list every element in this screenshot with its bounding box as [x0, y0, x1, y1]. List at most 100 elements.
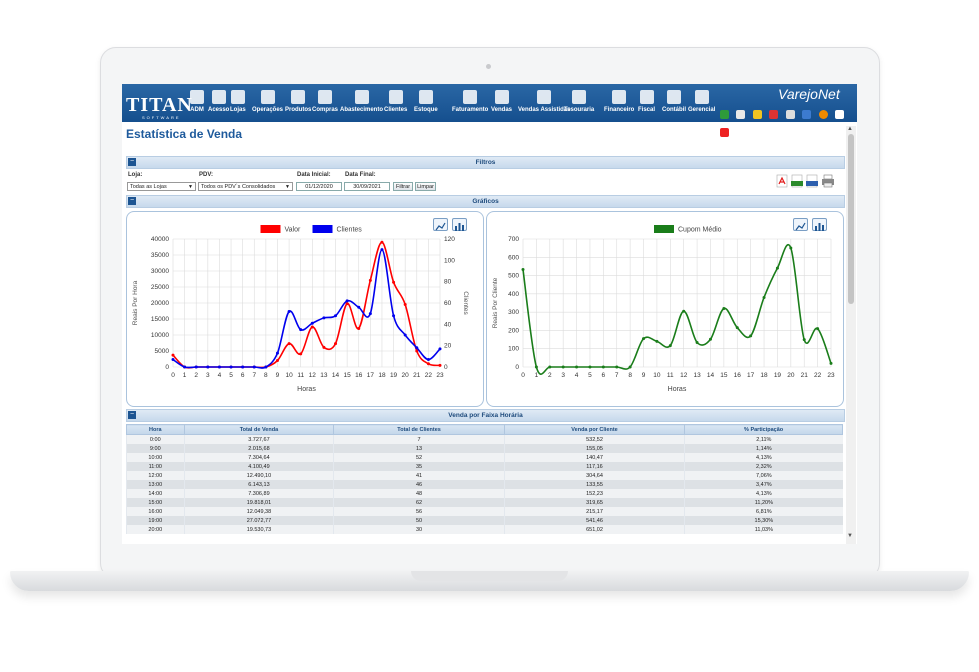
y2-axis-label: Clientes: [462, 291, 469, 315]
column-header[interactable]: Total de Clientes: [333, 424, 505, 435]
box-icon: [291, 90, 306, 104]
menu-item-vendas[interactable]: Vendas: [491, 88, 512, 120]
table-row[interactable]: 12:00 12.490,10 41 304,64 7,06%: [126, 471, 843, 480]
menu-item-produtos[interactable]: Produtos: [285, 88, 311, 120]
x-tick-label: 17: [367, 372, 375, 379]
titan-logo[interactable]: TITAN SOFTWARE: [126, 88, 192, 120]
home-icon[interactable]: [736, 110, 746, 119]
x-tick-label: 10: [653, 372, 661, 379]
data-final-input[interactable]: 30/09/2021: [344, 182, 390, 191]
key-icon[interactable]: [752, 110, 762, 119]
menu-item-opera-es[interactable]: Operações: [252, 88, 283, 120]
data-point: [426, 358, 430, 362]
table-row[interactable]: 13:00 6.143,13 46 133,55 3,47%: [126, 480, 843, 489]
doc-export-icon[interactable]: [805, 174, 819, 188]
scroll-thumb[interactable]: [848, 134, 854, 304]
limpar-button[interactable]: Limpar: [415, 182, 436, 191]
menu-item-faturamento[interactable]: Faturamento: [452, 88, 488, 120]
x-tick-label: 12: [309, 372, 317, 379]
menu-item-adm[interactable]: ADM: [190, 88, 204, 120]
data-point: [655, 339, 659, 343]
graficos-section-header[interactable]: Gráficos −: [126, 195, 845, 208]
table-cell: 3.727,67: [183, 434, 334, 444]
menu-item-compras[interactable]: Compras: [312, 88, 338, 120]
menu-item-cont-bil[interactable]: Contábil: [662, 88, 686, 120]
exit-icon[interactable]: [720, 128, 729, 137]
menu-item-estoque[interactable]: Estoque: [414, 88, 438, 120]
menu-item-fiscal[interactable]: Fiscal: [638, 88, 655, 120]
xls-export-icon[interactable]: [790, 174, 804, 188]
table-cell: 14:00: [126, 489, 185, 498]
table-cell: 41: [333, 471, 505, 480]
collapse-table-icon[interactable]: −: [128, 411, 136, 419]
column-header[interactable]: % Participação: [684, 424, 843, 435]
document-icon: [463, 90, 478, 104]
x-tick-label: 18: [760, 372, 768, 379]
menu-item-clientes[interactable]: Clientes: [384, 88, 407, 120]
data-point: [548, 365, 552, 369]
legend-swatch: [312, 225, 333, 233]
y2-tick-label: 100: [444, 257, 455, 264]
venda-faixa-section-header[interactable]: Venda por Faixa Horária −: [126, 409, 845, 422]
x-tick-label: 1: [535, 372, 539, 379]
x-tick-label: 14: [707, 372, 715, 379]
y-tick-label: 300: [508, 309, 519, 316]
menu-item-financeiro[interactable]: Financeiro: [604, 88, 634, 120]
table-row[interactable]: 14:00 7.306,89 48 152,23 4,13%: [126, 489, 843, 498]
table-row[interactable]: 15:00 19.818,01 62 319,65 11,20%: [126, 498, 843, 507]
page-title: Estatística de Venda: [126, 127, 243, 141]
column-header[interactable]: Venda por Cliente: [503, 424, 686, 435]
table-row[interactable]: 19:00 27.072,77 50 541,46 15,30%: [126, 516, 843, 525]
collapse-graficos-icon[interactable]: −: [128, 197, 136, 205]
data-final-label: Data Final:: [345, 172, 376, 178]
calendar-icon[interactable]: [835, 110, 845, 119]
scroll-up-icon[interactable]: ▲: [847, 126, 853, 132]
menu-item-lojas[interactable]: Lojas: [230, 88, 246, 120]
x-tick-label: 4: [218, 372, 222, 379]
data-point: [642, 337, 646, 341]
table-row[interactable]: 10:00 7.304,64 52 140,47 4,13%: [126, 453, 843, 462]
brazil-flag-icon[interactable]: [720, 110, 729, 119]
y-tick-label: 40000: [151, 236, 169, 243]
menu-item-abastecimento[interactable]: Abastecimento: [340, 88, 383, 120]
tools-icon[interactable]: [769, 110, 779, 119]
y-tick-label: 700: [508, 236, 519, 243]
data-inicial-label: Data Inicial:: [297, 172, 331, 178]
filtrar-button[interactable]: Filtrar: [393, 182, 413, 191]
chart-panel-valor-clientes: 0 5000 10000 15000 20000 25000 30000 35000 40000…: [126, 211, 484, 407]
menu-item-tesouraria[interactable]: Tesouraria: [564, 88, 594, 120]
table-row[interactable]: 20:00 19.530,73 30 651,02 11,03%: [126, 525, 843, 534]
alert-icon[interactable]: [818, 110, 828, 119]
menu-item-acesso[interactable]: Acesso: [208, 88, 229, 120]
table-row[interactable]: 9:00 2.015,68 13 155,05 1,14%: [126, 444, 843, 453]
loja-select[interactable]: Todas as Lojas ▼: [127, 182, 196, 191]
table-cell: 133,55: [503, 480, 685, 489]
series-line-clientes: [172, 248, 441, 369]
table-row[interactable]: 0:00 3.727,67 7 532,52 2,11%: [126, 434, 843, 444]
x-axis-label: Horas: [668, 386, 687, 393]
scroll-down-icon[interactable]: ▼: [847, 533, 853, 539]
pdf-export-icon[interactable]: [775, 174, 789, 188]
menu-item-label: Compras: [312, 107, 339, 113]
x-tick-label: 21: [801, 372, 809, 379]
data-point: [264, 365, 268, 369]
table-cell: 4.100,49: [183, 462, 334, 471]
data-point: [229, 365, 233, 369]
pdv-select[interactable]: Todos os PDV`s Consolidados ▼: [198, 182, 293, 191]
data-inicial-input[interactable]: 01/12/2020: [296, 182, 342, 191]
table-row[interactable]: 16:00 12.049,38 56 215,17 6,81%: [126, 507, 843, 516]
collapse-filters-icon[interactable]: −: [128, 158, 136, 166]
print-icon[interactable]: [785, 110, 795, 119]
print-icon[interactable]: [821, 174, 835, 188]
menu-item-gerencial[interactable]: Gerencial: [688, 88, 715, 120]
column-header[interactable]: Total de Venda: [183, 424, 335, 435]
info-icon[interactable]: [802, 110, 812, 119]
column-header[interactable]: Hora: [126, 424, 185, 435]
vertical-scrollbar[interactable]: ▲ ▼: [846, 126, 856, 544]
filters-section-header[interactable]: Filtros −: [126, 156, 845, 169]
y-tick-label: 400: [508, 291, 519, 298]
data-point: [275, 359, 279, 363]
x-axis-label: Horas: [297, 386, 316, 393]
menu-item-vendas-assistidas[interactable]: Vendas Assistidas: [518, 88, 570, 120]
table-row[interactable]: 11:00 4.100,49 35 117,16 2,32%: [126, 462, 843, 471]
